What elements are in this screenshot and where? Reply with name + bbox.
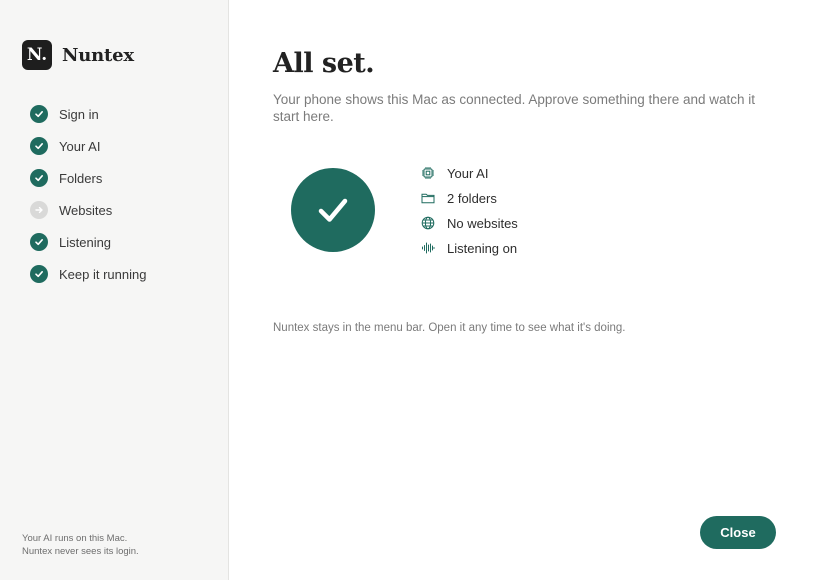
summary-item-websites: No websites: [421, 214, 518, 232]
brand-name: Nuntex: [62, 44, 134, 66]
sidebar: N. Nuntex Sign in Your AI Folders Websit…: [0, 0, 229, 580]
check-icon: [30, 137, 48, 155]
step-your-ai: Your AI: [30, 137, 146, 155]
privacy-note-line: Nuntex never sees its login.: [22, 546, 139, 557]
check-icon: [30, 233, 48, 251]
brand: N. Nuntex: [22, 40, 134, 70]
privacy-note-line: Your AI runs on this Mac.: [22, 533, 128, 544]
menu-bar-note: Nuntex stays in the menu bar. Open it an…: [273, 322, 626, 334]
check-icon: [30, 105, 48, 123]
summary-label: Your AI: [447, 165, 489, 181]
summary-item-folders: 2 folders: [421, 189, 518, 207]
privacy-note: Your AI runs on this Mac. Nuntex never s…: [22, 532, 139, 558]
summary-label: 2 folders: [447, 190, 497, 206]
step-label: Folders: [59, 170, 103, 186]
step-folders: Folders: [30, 169, 146, 187]
step-label: Sign in: [59, 106, 99, 122]
setup-summary: Your AI 2 folders No websites Listening …: [421, 164, 518, 264]
step-label: Keep it running: [59, 266, 147, 282]
step-label: Listening: [59, 234, 112, 250]
check-icon: [30, 265, 48, 283]
setup-window: N. Nuntex Sign in Your AI Folders Websit…: [0, 0, 820, 580]
summary-label: No websites: [447, 215, 518, 231]
page-subtitle: Your phone shows this Mac as connected. …: [273, 92, 756, 124]
step-label: Websites: [59, 202, 113, 218]
step-sign-in: Sign in: [30, 105, 146, 123]
folder-icon: [421, 191, 435, 205]
summary-item-ai: Your AI: [421, 164, 518, 182]
check-icon: [30, 169, 48, 187]
success-check-icon: [291, 168, 375, 252]
chip-icon: [421, 166, 435, 180]
setup-steps: Sign in Your AI Folders Websites Listeni…: [30, 105, 146, 297]
close-button[interactable]: Close: [700, 516, 776, 549]
arrow-right-icon: [30, 201, 48, 219]
globe-icon: [421, 216, 435, 230]
step-listening: Listening: [30, 233, 146, 251]
step-keep-running: Keep it running: [30, 265, 146, 283]
step-websites: Websites: [30, 201, 146, 219]
main-panel: All set. Your phone shows this Mac as co…: [229, 0, 820, 580]
page-title: All set.: [273, 48, 375, 79]
waveform-icon: [421, 241, 435, 255]
app-logo: N.: [22, 40, 52, 70]
summary-item-listening: Listening on: [421, 239, 518, 257]
step-label: Your AI: [59, 138, 101, 154]
summary-label: Listening on: [447, 240, 518, 256]
